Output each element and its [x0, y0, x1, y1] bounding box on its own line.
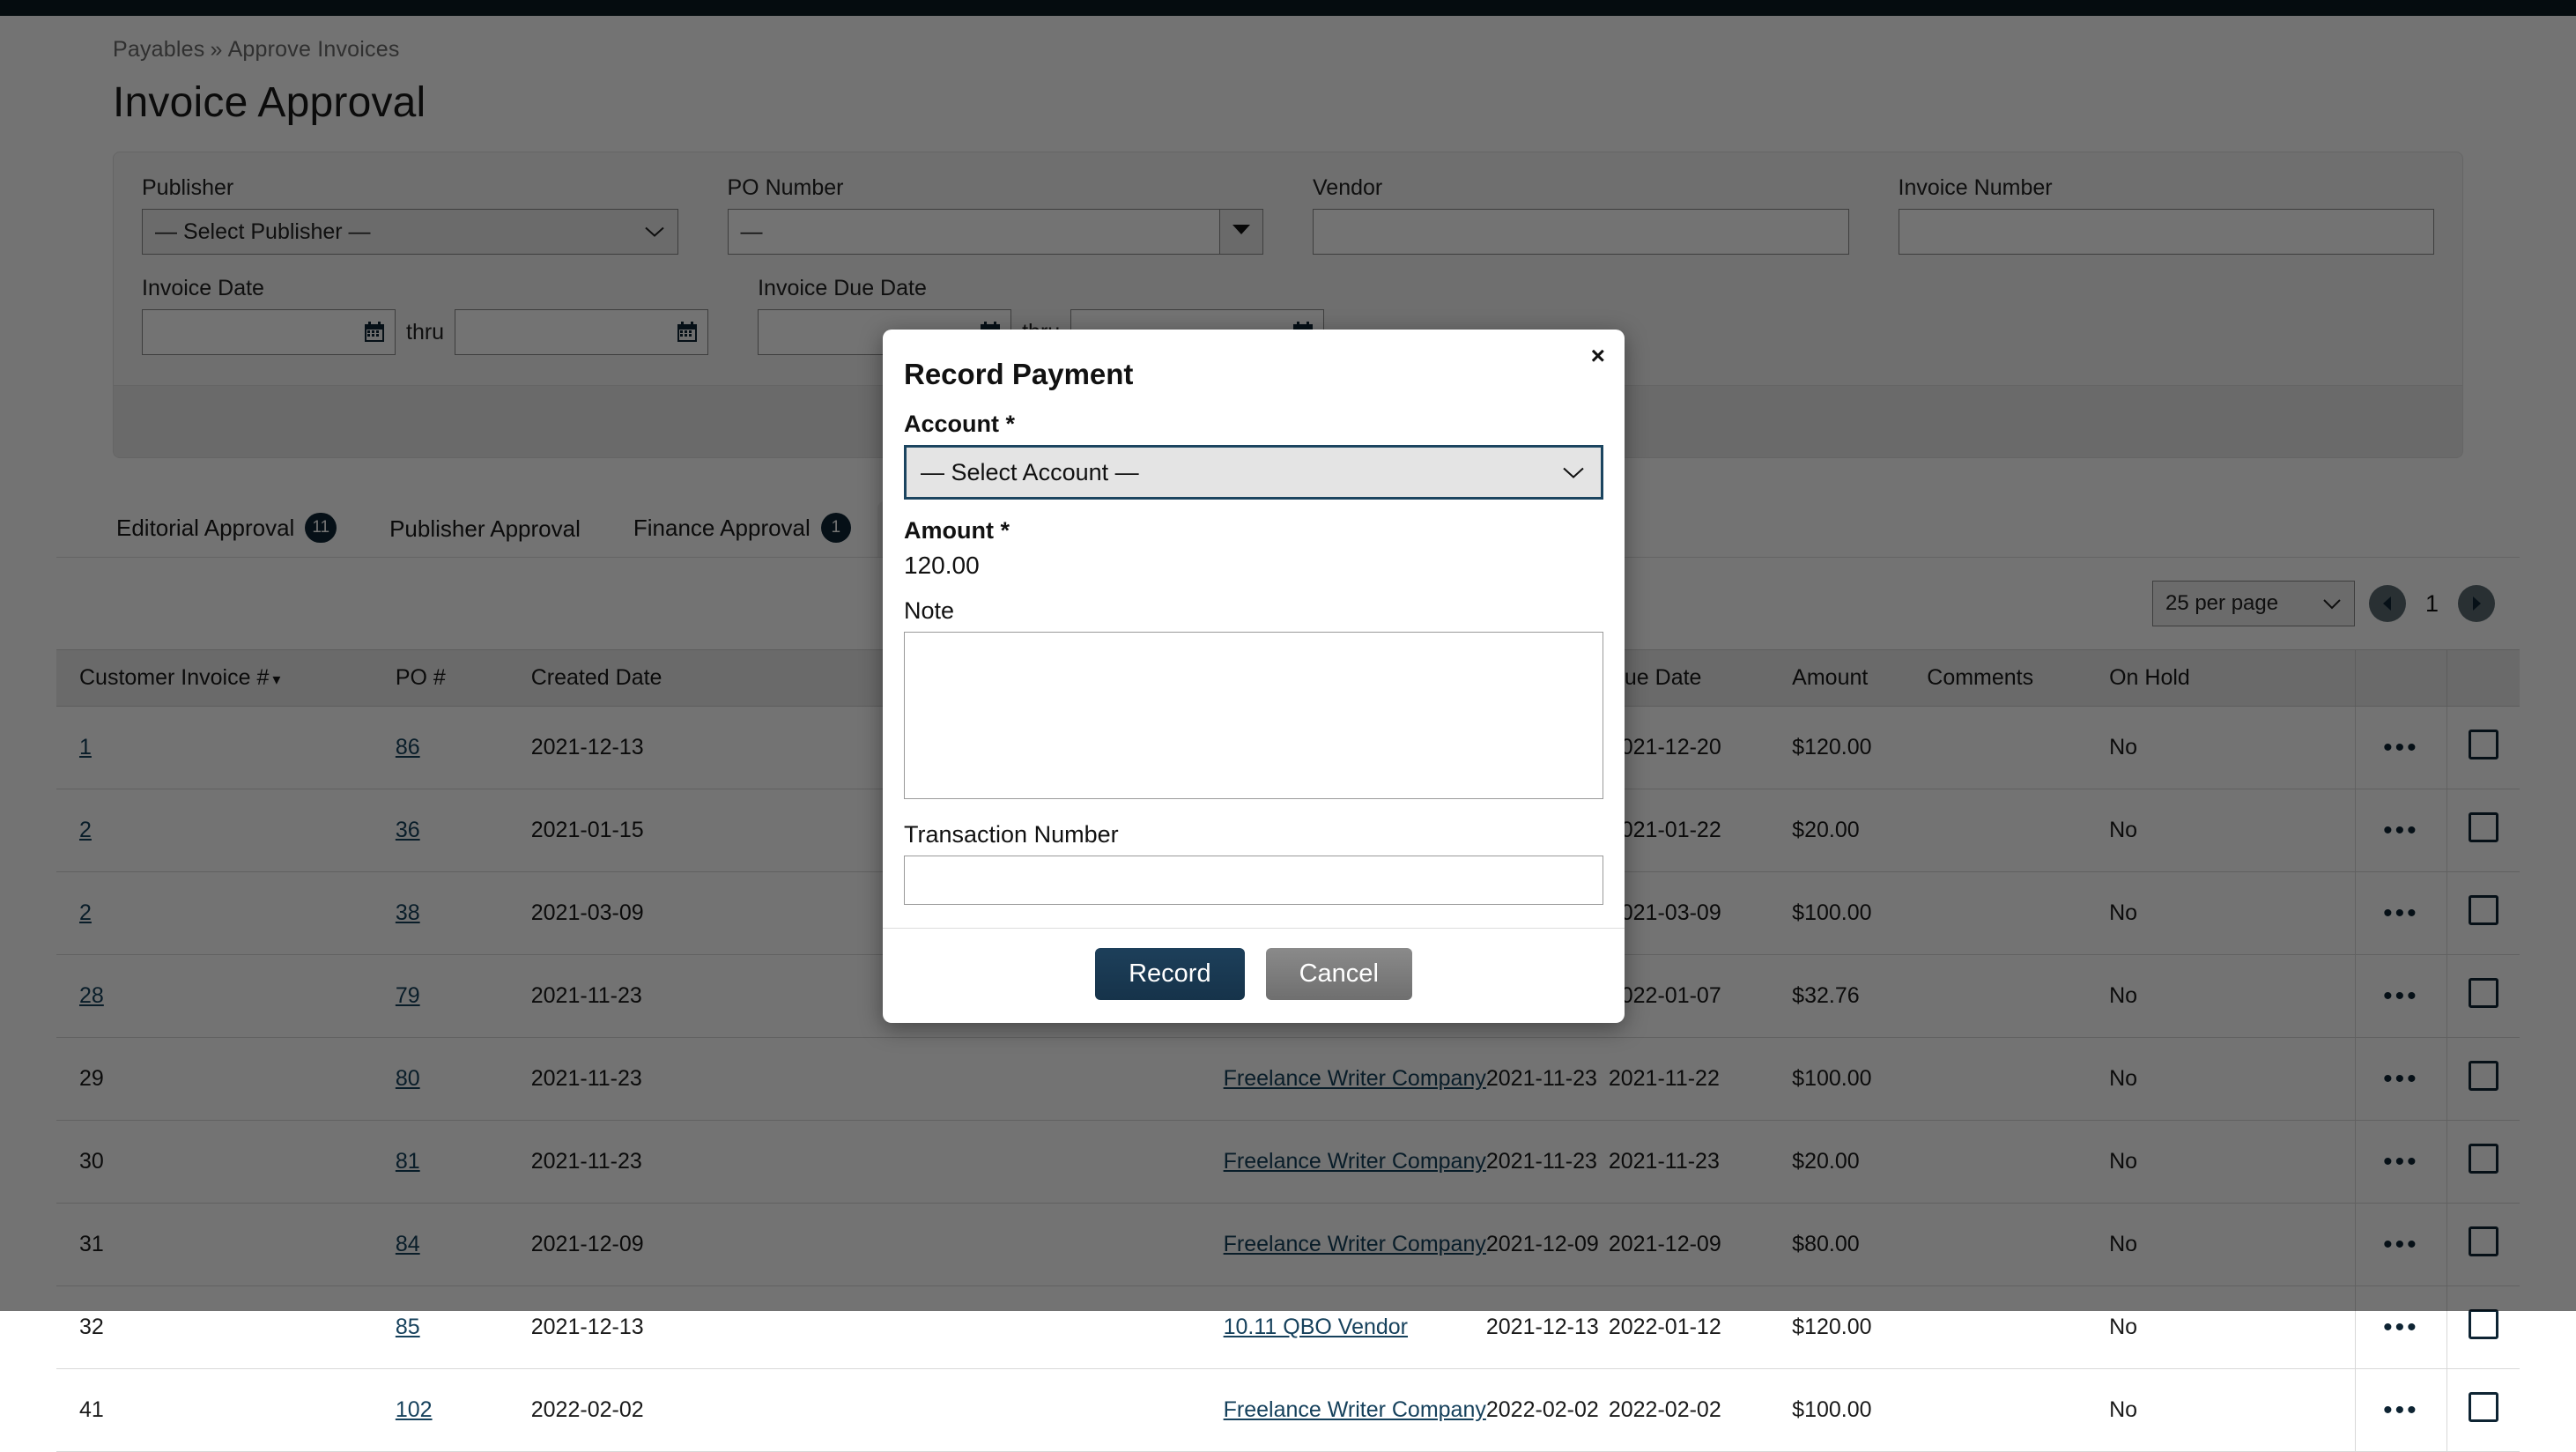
cell-row-menu: ••• [2356, 1369, 2446, 1452]
record-payment-modal-body: Record Payment Account * — Select Accoun… [883, 330, 1625, 905]
close-icon[interactable]: × [1591, 344, 1605, 368]
account-label: Account * [904, 411, 1603, 438]
cell-amount: $100.00 [1792, 1369, 1927, 1452]
transaction-number-label: Transaction Number [904, 821, 1603, 848]
cell-on-hold: No [2109, 1369, 2356, 1452]
account-select[interactable]: — Select Account — [904, 445, 1603, 500]
transaction-number-input[interactable] [904, 856, 1603, 905]
cell-vendor-link[interactable]: 10.11 QBO Vendor [1224, 1315, 1408, 1339]
table-row: 411022022-02-02Freelance Writer Company2… [56, 1369, 2520, 1452]
cell-invoice-date: 2022-02-02 [1486, 1369, 1609, 1452]
cell-created-date: 2022-02-02 [531, 1369, 885, 1452]
checkbox-icon[interactable] [2469, 1309, 2498, 1339]
note-label: Note [904, 597, 1603, 625]
cell-po-link[interactable]: 102 [396, 1397, 433, 1422]
record-payment-title: Record Payment [904, 358, 1603, 391]
cell-comments [1927, 1369, 2109, 1452]
amount-value: 120.00 [904, 552, 1603, 580]
cell-due-date: 2022-02-02 [1609, 1369, 1792, 1452]
record-button[interactable]: Record [1095, 948, 1245, 1000]
cell-po: 102 [396, 1369, 531, 1452]
note-textarea[interactable] [904, 632, 1603, 799]
ellipsis-icon[interactable]: ••• [2383, 1313, 2419, 1342]
cell-row-select [2446, 1369, 2520, 1452]
cell-customer-invoice: 41 [56, 1369, 396, 1452]
chevron-down-icon [1562, 459, 1585, 486]
cell-vendor-link[interactable]: Freelance Writer Company [1224, 1397, 1486, 1422]
checkbox-icon[interactable] [2469, 1392, 2498, 1422]
record-payment-modal-footer: Record Cancel [883, 928, 1625, 1023]
cell-po-link[interactable]: 85 [396, 1315, 420, 1339]
record-payment-modal: × Record Payment Account * — Select Acco… [883, 330, 1625, 1023]
cell-office [885, 1369, 1224, 1452]
ellipsis-icon[interactable]: ••• [2383, 1396, 2419, 1425]
cancel-button[interactable]: Cancel [1266, 948, 1412, 1000]
cell-vendor: Freelance Writer Company [1224, 1369, 1486, 1452]
account-select-value: — Select Account — [921, 459, 1139, 486]
amount-label: Amount * [904, 517, 1603, 544]
